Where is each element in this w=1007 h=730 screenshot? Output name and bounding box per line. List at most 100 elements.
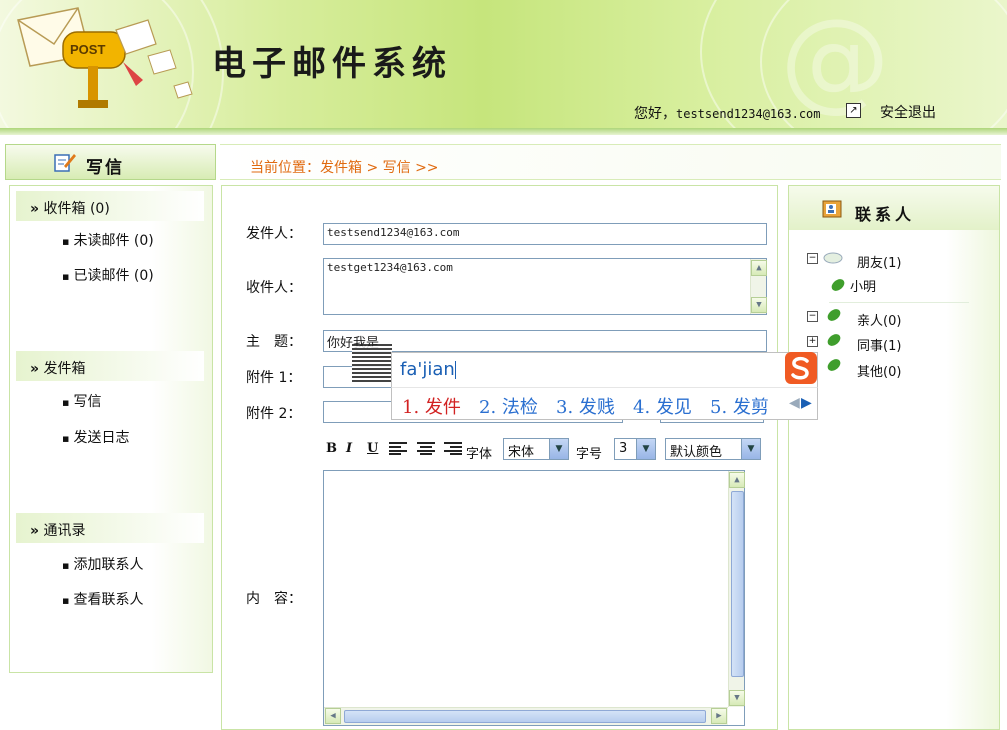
contact-xiaoming[interactable]: 小明 <box>850 276 876 295</box>
group-colleagues[interactable]: 同事(1) <box>857 335 901 354</box>
chevron-down-icon: ▼ <box>549 439 568 459</box>
ime-composition-text: fa'jian <box>400 359 456 380</box>
group-colleagues-name: 同事 <box>857 339 884 354</box>
ime-prev-page-icon[interactable]: ◀ <box>789 395 800 411</box>
ime-candidate-4[interactable]: 4. 发见 <box>633 393 692 419</box>
outbox-header[interactable]: » 发件箱 <box>16 351 204 381</box>
bold-button[interactable]: B <box>326 441 337 456</box>
user-greeting: 您好，testsend1234@163.com <box>634 103 821 123</box>
mailbox-logo-icon: POST <box>17 7 193 108</box>
contact-leaf-icon <box>829 277 847 293</box>
group-others[interactable]: 其他(0) <box>857 361 901 380</box>
group-colleagues-count: (1) <box>883 339 902 354</box>
group-family-count: (0) <box>883 314 902 329</box>
ime-candidate-3[interactable]: 3. 发贱 <box>556 393 615 419</box>
scroll-down-icon[interactable]: ▼ <box>729 690 745 706</box>
scroll-thumb[interactable] <box>731 491 744 677</box>
attach2-label: 附件 2： <box>246 406 302 422</box>
align-center-icon[interactable] <box>417 441 435 455</box>
inbox-label: 收件箱 <box>43 201 86 217</box>
left-title-bar: 写信 <box>5 144 216 180</box>
group-others-count: (0) <box>883 365 902 380</box>
group-friends[interactable]: 朋友(1) <box>857 252 901 271</box>
address-book-icon <box>822 200 842 218</box>
scroll-right-icon[interactable]: ▶ <box>711 708 727 724</box>
contacts-panel: 联系人 − 朋友(1) 小明 − 亲人(0) + 同事(1) 其他(0) <box>788 185 1000 730</box>
to-scrollbar[interactable]: ▲ ▼ <box>750 259 767 314</box>
contacts-title: 联系人 <box>855 205 916 224</box>
expand-icon[interactable]: + <box>807 336 818 347</box>
nav-view-contacts[interactable]: 查看联系人 <box>62 589 143 609</box>
chevron-double-right-icon: » <box>30 201 40 217</box>
scroll-down-icon[interactable]: ▼ <box>751 297 767 313</box>
scroll-up-icon[interactable]: ▲ <box>751 260 767 276</box>
user-email: testsend1234@163.com <box>676 107 821 121</box>
attach1-label: 附件 1： <box>246 370 302 386</box>
nav-add-contact[interactable]: 添加联系人 <box>62 554 143 574</box>
align-right-icon[interactable] <box>444 441 462 455</box>
collapse-icon[interactable]: − <box>807 311 818 322</box>
ime-candidate-2[interactable]: 2. 法检 <box>479 393 538 419</box>
group-leaf-icon <box>825 357 843 373</box>
logout-link[interactable]: 安全退出 <box>880 102 936 122</box>
group-leaf-icon <box>825 307 843 323</box>
left-nav-panel: » 收件箱 (0) 未读邮件 (0) 已读邮件 (0) » 发件箱 写信 发送日… <box>9 185 213 673</box>
group-folder-icon <box>823 252 843 264</box>
group-family-name: 亲人 <box>857 314 884 329</box>
compose-form: 发件人： testsend1234@163.com 收件人： testget12… <box>221 185 778 730</box>
group-leaf-icon <box>825 332 843 348</box>
site-title: 电子邮件系统 <box>212 44 452 84</box>
ime-candidate-1[interactable]: 1. 发件 <box>402 393 461 419</box>
svg-text:POST: POST <box>70 42 105 57</box>
from-field[interactable]: testsend1234@163.com <box>323 223 767 245</box>
ime-candidate-bar: 1. 发件 2. 法检 3. 发贱 4. 发见 5. 发剪 ◀ ▶ <box>391 387 818 420</box>
to-value: testget1234@163.com <box>327 261 453 274</box>
color-select[interactable]: 默认颜色 ▼ <box>665 438 761 460</box>
chevron-down-icon: ▼ <box>741 439 760 459</box>
nav-send-log[interactable]: 发送日志 <box>62 427 129 447</box>
scroll-left-icon[interactable]: ◀ <box>325 708 341 724</box>
hscroll-thumb[interactable] <box>344 710 706 723</box>
contacts-header[interactable]: » 通讯录 <box>16 513 204 543</box>
ime-candidate-5[interactable]: 5. 发剪 <box>710 393 769 419</box>
collapse-icon[interactable]: − <box>807 253 818 264</box>
inbox-count: (0) <box>89 201 110 217</box>
align-left-icon[interactable] <box>389 441 407 455</box>
external-link-icon[interactable]: ↗ <box>846 103 861 118</box>
font-value: 宋体 <box>508 445 535 460</box>
ime-caret-artifact <box>352 344 392 382</box>
content-vscrollbar[interactable]: ▲ ▼ <box>728 471 745 707</box>
font-select[interactable]: 宋体 ▼ <box>503 438 569 460</box>
compose-icon <box>54 154 76 172</box>
content-editor[interactable]: ▲ ▼ ◀ ▶ <box>323 470 745 726</box>
group-friends-count: (1) <box>883 256 902 271</box>
to-field[interactable]: testget1234@163.com ▲ ▼ <box>323 258 767 315</box>
underline-button[interactable]: U <box>367 441 378 456</box>
outbox-label: 发件箱 <box>43 361 86 377</box>
group-family[interactable]: 亲人(0) <box>857 310 901 329</box>
group-others-name: 其他 <box>857 365 884 380</box>
nav-read-mail[interactable]: 已读邮件 (0) <box>62 265 153 285</box>
ime-next-page-icon[interactable]: ▶ <box>801 395 812 411</box>
italic-button[interactable]: I <box>346 441 352 456</box>
size-select[interactable]: 3 ▼ <box>614 438 656 460</box>
scroll-up-icon[interactable]: ▲ <box>729 472 745 488</box>
ime-composition-bar: fa'jian <box>391 352 818 388</box>
nav-unread-mail[interactable]: 未读邮件 (0) <box>62 230 153 250</box>
contacts-title-bar: 联系人 <box>789 186 999 230</box>
nav-compose[interactable]: 写信 <box>62 391 101 411</box>
content-hscrollbar[interactable]: ◀ ▶ <box>324 707 728 725</box>
color-value: 默认颜色 <box>670 445 723 460</box>
header-divider <box>0 128 1007 135</box>
content-label: 内 容： <box>246 591 302 607</box>
chevron-double-right-icon: » <box>30 361 40 377</box>
chevron-double-right-icon: » <box>30 523 40 539</box>
group-friends-name: 朋友 <box>857 256 884 271</box>
breadcrumb: 当前位置：发件箱 > 写信 >> <box>250 160 439 176</box>
contacts-label: 通讯录 <box>43 523 86 539</box>
inbox-header[interactable]: » 收件箱 (0) <box>16 191 204 221</box>
from-label: 发件人： <box>246 226 302 242</box>
font-label: 字体 <box>466 447 493 462</box>
subject-label: 主 题： <box>246 334 302 350</box>
tree-divider <box>829 302 969 303</box>
